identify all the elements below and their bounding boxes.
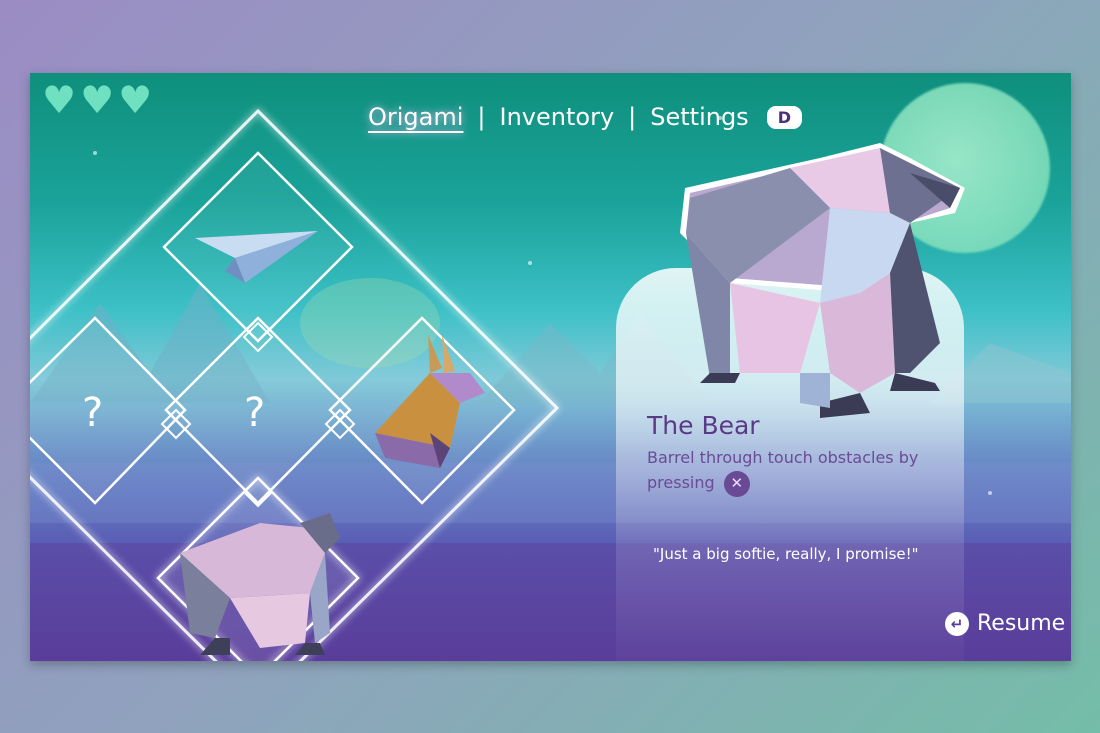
creature-quote: "Just a big softie, really, I promise!" (653, 545, 919, 563)
moon (880, 83, 1050, 253)
slot-unknown-left[interactable]: ? (30, 316, 187, 505)
creature-name: The Bear (647, 411, 760, 440)
cross-button-icon: ✕ (723, 470, 750, 497)
creature-description: Barrel through touch obstacles by pressi… (647, 445, 947, 497)
next-tab-key-hint: D (766, 105, 802, 129)
resume-label: Resume (977, 611, 1066, 636)
slot-paper-plane[interactable] (162, 151, 354, 343)
return-icon: ↵ (945, 611, 969, 636)
slot-rabbit[interactable] (328, 316, 516, 505)
creature-description-text: Barrel through touch obstacles by pressi… (647, 448, 919, 492)
origami-grid: ? ? (30, 108, 560, 661)
tab-settings[interactable]: Settings (650, 103, 748, 131)
game-screen: ♥ ♥ ♥ Origami | Inventory | Settings D ?… (30, 73, 1071, 661)
question-mark-icon: ? (244, 390, 265, 436)
slot-unknown-center[interactable]: ? (164, 316, 352, 505)
resume-button[interactable]: ↵ Resume (945, 611, 1065, 636)
question-mark-icon: ? (82, 390, 103, 436)
